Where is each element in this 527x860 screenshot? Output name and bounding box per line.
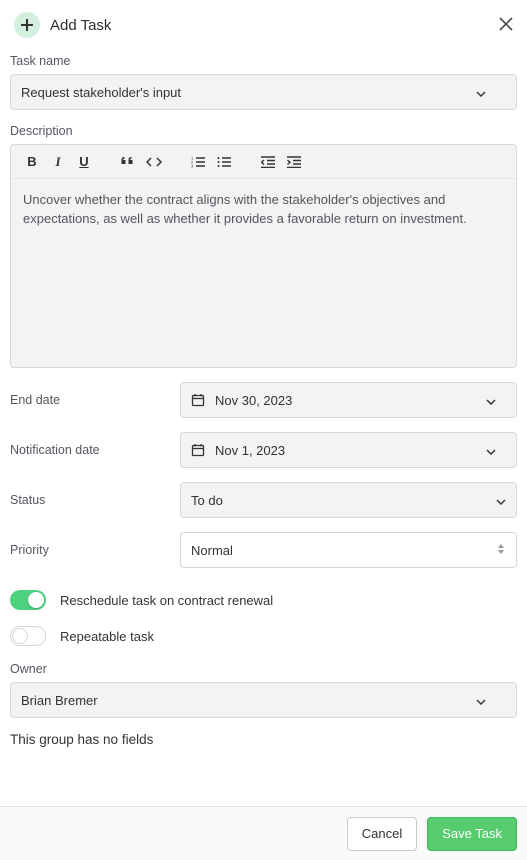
task-name-value: Request stakeholder's input <box>21 85 476 100</box>
end-date-input[interactable]: Nov 30, 2023 <box>180 382 517 418</box>
priority-label: Priority <box>10 543 180 557</box>
description-textarea[interactable]: Uncover whether the contract aligns with… <box>11 179 516 367</box>
chevron-down-icon <box>486 443 506 458</box>
ordered-list-button[interactable]: 123 <box>185 149 211 175</box>
chevron-down-icon <box>496 493 506 508</box>
repeatable-toggle[interactable] <box>10 626 46 646</box>
save-button[interactable]: Save Task <box>427 817 517 851</box>
owner-select[interactable]: Brian Bremer <box>10 682 517 718</box>
quote-button[interactable] <box>115 149 141 175</box>
task-name-input[interactable]: Request stakeholder's input <box>10 74 517 110</box>
chevron-down-icon <box>476 693 486 708</box>
svg-text:3: 3 <box>191 163 194 168</box>
repeatable-label: Repeatable task <box>60 629 154 644</box>
modal-title: Add Task <box>50 17 499 34</box>
cancel-button[interactable]: Cancel <box>347 817 417 851</box>
no-fields-message: This group has no fields <box>10 732 517 747</box>
modal-header: Add Task <box>0 0 527 46</box>
task-name-label: Task name <box>10 54 517 68</box>
underline-button[interactable]: U <box>71 149 97 175</box>
notification-date-value: Nov 1, 2023 <box>215 443 486 458</box>
bold-button[interactable]: B <box>19 149 45 175</box>
status-select[interactable]: To do <box>180 482 517 518</box>
owner-label: Owner <box>10 662 517 676</box>
code-button[interactable] <box>141 149 167 175</box>
notification-date-label: Notification date <box>10 443 180 457</box>
italic-button[interactable]: I <box>45 149 71 175</box>
description-label: Description <box>10 124 517 138</box>
unordered-list-button[interactable] <box>211 149 237 175</box>
chevron-down-icon <box>476 85 486 100</box>
outdent-button[interactable] <box>255 149 281 175</box>
notification-date-input[interactable]: Nov 1, 2023 <box>180 432 517 468</box>
description-editor: B I U 123 <box>10 144 517 368</box>
priority-value: Normal <box>191 543 496 558</box>
status-value: To do <box>191 493 496 508</box>
indent-button[interactable] <box>281 149 307 175</box>
end-date-value: Nov 30, 2023 <box>215 393 486 408</box>
editor-toolbar: B I U 123 <box>11 145 516 179</box>
close-icon[interactable] <box>499 17 513 34</box>
modal-footer: Cancel Save Task <box>0 806 527 860</box>
end-date-label: End date <box>10 393 180 407</box>
sort-icon <box>496 542 506 559</box>
priority-select[interactable]: Normal <box>180 532 517 568</box>
add-icon <box>14 12 40 38</box>
chevron-down-icon <box>486 393 506 408</box>
reschedule-label: Reschedule task on contract renewal <box>60 593 273 608</box>
reschedule-toggle[interactable] <box>10 590 46 610</box>
owner-value: Brian Bremer <box>21 693 476 708</box>
status-label: Status <box>10 493 180 507</box>
